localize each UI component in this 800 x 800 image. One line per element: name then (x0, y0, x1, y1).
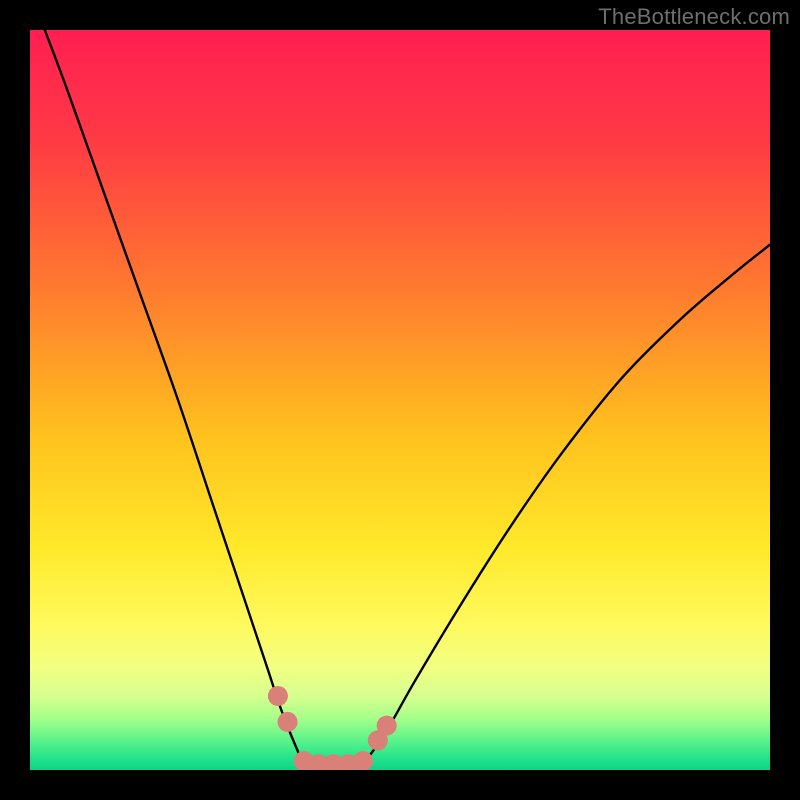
watermark-text: TheBottleneck.com (598, 4, 790, 30)
valley-marker (268, 686, 288, 706)
valley-marker (278, 712, 298, 732)
curve-layer (30, 30, 770, 770)
plot-area (30, 30, 770, 770)
valley-marker (377, 716, 397, 736)
chart-frame: TheBottleneck.com (0, 0, 800, 800)
valley-markers (268, 686, 397, 770)
bottleneck-curve (45, 30, 770, 767)
